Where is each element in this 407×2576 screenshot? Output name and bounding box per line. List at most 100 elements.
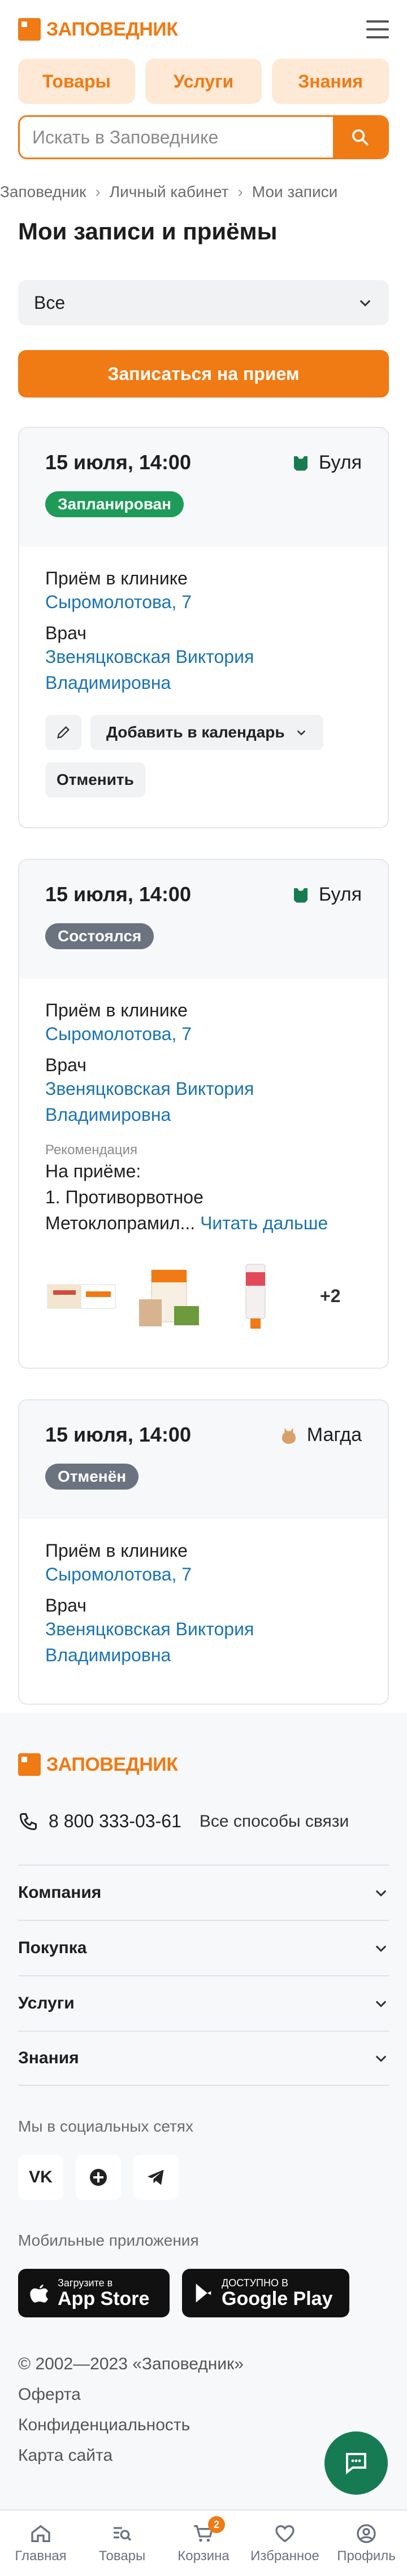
chevron-down-icon (360, 300, 371, 307)
phone-icon (19, 1813, 37, 1830)
doctor-label: Врач (45, 623, 86, 643)
appointment-card: 15 июля, 14:00 Буля Запланирован Приём в… (18, 427, 389, 828)
product-thumbnail[interactable] (219, 1259, 292, 1333)
nav-services[interactable]: Услуги (145, 59, 262, 104)
google-play-button[interactable]: ДОСТУПНО В Google Play (182, 2269, 349, 2317)
pet-chip: Буля (291, 884, 362, 906)
tab-home[interactable]: Главная (0, 2510, 81, 2576)
site-footer: ЗАПОВЕДНИК 8 800 333-03-61 Все способы с… (0, 1713, 407, 2509)
all-contacts-link[interactable]: Все способы связи (200, 1812, 349, 1831)
pet-name: Буля (318, 884, 362, 905)
more-products-count[interactable]: +2 (320, 1286, 340, 1307)
tab-label: Товары (98, 2548, 146, 2564)
social-label: Мы в социальных сетях (18, 2117, 193, 2135)
social-links: VK (18, 2155, 389, 2200)
logo-mark-icon (18, 1753, 41, 1776)
footer-link-privacy[interactable]: Конфиденциальность (18, 2410, 389, 2440)
status-filter-select[interactable]: Все (18, 280, 389, 325)
contact-row: 8 800 333-03-61 Все способы связи (18, 1811, 389, 1832)
pet-name: Магда (306, 1424, 362, 1446)
chat-button[interactable] (324, 2431, 388, 2495)
tab-products[interactable]: Товары (81, 2510, 163, 2576)
add-to-calendar-button[interactable]: Добавить в календарь (90, 715, 323, 750)
recommendation-line: 1. Противорвотное (45, 1187, 204, 1207)
tab-profile[interactable]: Профиль (326, 2510, 407, 2576)
footer-section-purchase[interactable]: Покупка (18, 1920, 389, 1975)
recommendation-line: На приёме: (45, 1161, 141, 1181)
apps-label: Мобильные приложения (18, 2232, 199, 2249)
nav-knowledge[interactable]: Знания (272, 59, 389, 104)
logo-text: ЗАПОВЕДНИК (46, 18, 178, 40)
gplay-title: Google Play (222, 2288, 333, 2309)
footer-section-company[interactable]: Компания (18, 1865, 389, 1920)
breadcrumb-account[interactable]: Личный кабинет (110, 183, 229, 201)
footer-section-label: Услуги (18, 1994, 75, 2012)
tab-favorites[interactable]: Избранное (244, 2510, 326, 2576)
read-more-link[interactable]: Читать дальше (200, 1213, 328, 1233)
chevron-down-icon (297, 730, 305, 736)
hamburger-icon[interactable] (366, 20, 389, 38)
book-appointment-button[interactable]: Записаться на прием (18, 350, 389, 398)
telegram-icon[interactable] (133, 2155, 179, 2200)
search-icon (352, 129, 369, 146)
chat-icon (346, 2453, 366, 2475)
product-thumbnail[interactable] (132, 1259, 205, 1333)
page-title: Мои записи и приёмы (18, 218, 278, 244)
appointment-card-header: 15 июля, 14:00 Буля Запланирован (19, 428, 388, 547)
ok-icon[interactable] (76, 2155, 121, 2200)
clinic-address-link[interactable]: Сыромолотова, 7 (45, 1021, 362, 1047)
pencil-icon (57, 726, 70, 739)
clinic-address-link[interactable]: Сыромолотова, 7 (45, 589, 362, 615)
footer-section-label: Покупка (18, 1938, 87, 1957)
footer-section-services[interactable]: Услуги (18, 1975, 389, 2031)
tab-cart[interactable]: Корзина 2 (163, 2510, 244, 2576)
phone-number[interactable]: 8 800 333-03-61 (49, 1811, 181, 1832)
recommendation-excerpt: Метоклопрамил... (45, 1213, 196, 1233)
medicine-pack-image (139, 1269, 199, 1326)
footer-logo[interactable]: ЗАПОВЕДНИК (0, 1713, 407, 1776)
product-thumbnail[interactable] (45, 1259, 118, 1333)
app-store-button[interactable]: Загрузите в App Store (18, 2269, 170, 2317)
doctor-name-link-line2[interactable]: Владимировна (45, 1642, 362, 1668)
main-nav: Товары Услуги Знания (0, 59, 407, 104)
search-button[interactable] (333, 117, 387, 158)
doctor-name-link[interactable]: Звеняцковская Виктория (45, 1076, 362, 1102)
heart-icon (275, 2525, 295, 2543)
nav-products[interactable]: Товары (18, 59, 135, 104)
appointment-card: 15 июля, 14:00 Магда Отменён Приём в кли… (18, 1399, 389, 1705)
vk-icon[interactable]: VK (18, 2155, 63, 2200)
doctor-name-link[interactable]: Звеняцковская Виктория (45, 644, 362, 670)
google-play-icon (196, 2284, 211, 2303)
pet-chip: Магда (279, 1424, 362, 1446)
chevron-down-icon (375, 2055, 387, 2062)
footer-link-offer[interactable]: Оферта (18, 2379, 389, 2410)
copyright: © 2002—2023 «Заповедник» (18, 2355, 244, 2373)
appointment-card-header: 15 июля, 14:00 Магда Отменён (19, 1400, 388, 1519)
cat-icon (282, 1427, 296, 1444)
doctor-name-link-line2[interactable]: Владимировна (45, 1102, 362, 1128)
search-input[interactable] (20, 117, 333, 158)
site-logo[interactable]: ЗАПОВЕДНИК (18, 18, 178, 41)
tab-label: Корзина (177, 2548, 230, 2564)
footer-section-knowledge[interactable]: Знания (18, 2031, 389, 2086)
place-label: Приём в клинике (45, 568, 188, 588)
cancel-appointment-button[interactable]: Отменить (45, 762, 145, 797)
doctor-name-link[interactable]: Звеняцковская Виктория (45, 1616, 362, 1642)
breadcrumb-home[interactable]: Заповедник (0, 183, 86, 201)
tab-label: Главная (15, 2548, 67, 2564)
chevron-down-icon (375, 2001, 387, 2007)
status-badge: Состоялся (45, 923, 154, 949)
pet-name: Буля (318, 452, 362, 473)
clinic-address-link[interactable]: Сыромолотова, 7 (45, 1561, 362, 1587)
doctor-label: Врач (45, 1595, 86, 1616)
add-to-calendar-label: Добавить в календарь (106, 723, 285, 741)
medicine-box-image (47, 1284, 116, 1309)
tab-label: Профиль (337, 2548, 396, 2564)
app-store-links: Загрузите в App Store ДОСТУПНО В Google Pl… (18, 2269, 389, 2317)
profile-icon (357, 2524, 376, 2543)
cart-count-badge: 2 (208, 2516, 225, 2533)
doctor-name-link-line2[interactable]: Владимировна (45, 670, 362, 696)
edit-button[interactable] (45, 715, 81, 750)
recommended-products: +2 (45, 1259, 362, 1333)
footer-section-label: Компания (18, 1883, 102, 1902)
